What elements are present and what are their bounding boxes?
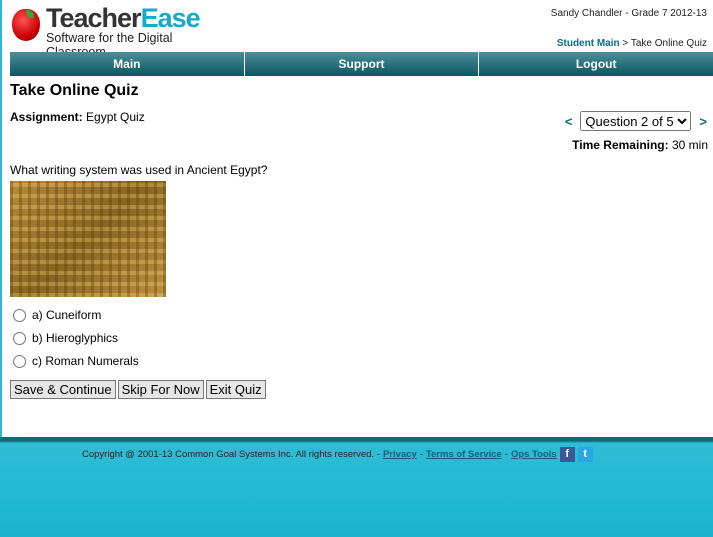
breadcrumb: Student Main > Take Online Quiz xyxy=(557,38,707,49)
twitter-icon[interactable]: t xyxy=(577,447,593,462)
option-a-radio[interactable] xyxy=(13,308,26,322)
hieroglyphics-image xyxy=(10,181,166,297)
nav-support[interactable]: Support xyxy=(244,52,480,76)
question-select[interactable]: Question 2 of 5 xyxy=(580,111,692,131)
option-label: b) Hieroglyphics xyxy=(32,331,119,345)
main-nav: Main Support Logout xyxy=(10,52,713,76)
page: TeacherEase Software for the Digital Cla… xyxy=(0,0,713,437)
page-title: Take Online Quiz xyxy=(10,82,139,99)
time-value: 30 min xyxy=(668,138,708,152)
option-label: c) Roman Numerals xyxy=(32,354,139,368)
user-info: Sandy Chandler - Grade 7 2012-13 xyxy=(550,8,707,19)
separator: - xyxy=(419,449,423,460)
option-b-radio[interactable] xyxy=(13,331,26,345)
assignment-value: Egypt Quiz xyxy=(82,110,145,124)
terms-link[interactable]: Terms of Service xyxy=(426,449,502,460)
option-b[interactable]: b) Hieroglyphics xyxy=(13,331,118,345)
apple-icon xyxy=(12,9,40,41)
nav-main[interactable]: Main xyxy=(10,52,245,76)
brand-name: TeacherEase xyxy=(46,3,201,33)
facebook-icon[interactable]: f xyxy=(559,447,575,462)
footer: Copyright @ 2001-13 Common Goal Systems … xyxy=(0,437,713,537)
question-text: What writing system was used in Ancient … xyxy=(10,163,268,177)
question-nav: < Question 2 of 5 > xyxy=(565,111,707,131)
option-a[interactable]: a) Cuneiform xyxy=(13,308,101,322)
option-c-radio[interactable] xyxy=(13,354,26,368)
assignment: Assignment: Egypt Quiz xyxy=(10,110,145,124)
prev-question-button[interactable]: < xyxy=(565,114,573,129)
teacherease-logo[interactable]: TeacherEase Software for the Digital Cla… xyxy=(10,3,230,59)
assignment-label: Assignment: xyxy=(10,110,83,124)
breadcrumb-student-main[interactable]: Student Main xyxy=(557,38,620,49)
ops-tools-link[interactable]: Ops Tools xyxy=(511,449,557,460)
skip-button[interactable]: Skip For Now xyxy=(117,380,204,399)
next-question-button[interactable]: > xyxy=(699,114,707,129)
option-c[interactable]: c) Roman Numerals xyxy=(13,354,139,368)
separator: - xyxy=(504,449,508,460)
breadcrumb-current: Take Online Quiz xyxy=(630,38,707,49)
privacy-link[interactable]: Privacy xyxy=(383,449,417,460)
option-label: a) Cuneiform xyxy=(32,308,102,322)
copyright: Copyright @ 2001-13 Common Goal Systems … xyxy=(82,449,380,460)
save-continue-button[interactable]: Save & Continue xyxy=(10,380,116,399)
time-remaining: Time Remaining: 30 min xyxy=(572,138,708,152)
quiz-buttons: Save & Continue Skip For Now Exit Quiz xyxy=(10,380,266,399)
nav-logout[interactable]: Logout xyxy=(479,52,713,76)
time-label: Time Remaining: xyxy=(572,138,669,152)
breadcrumb-sep: > xyxy=(619,38,631,49)
exit-quiz-button[interactable]: Exit Quiz xyxy=(205,380,266,399)
